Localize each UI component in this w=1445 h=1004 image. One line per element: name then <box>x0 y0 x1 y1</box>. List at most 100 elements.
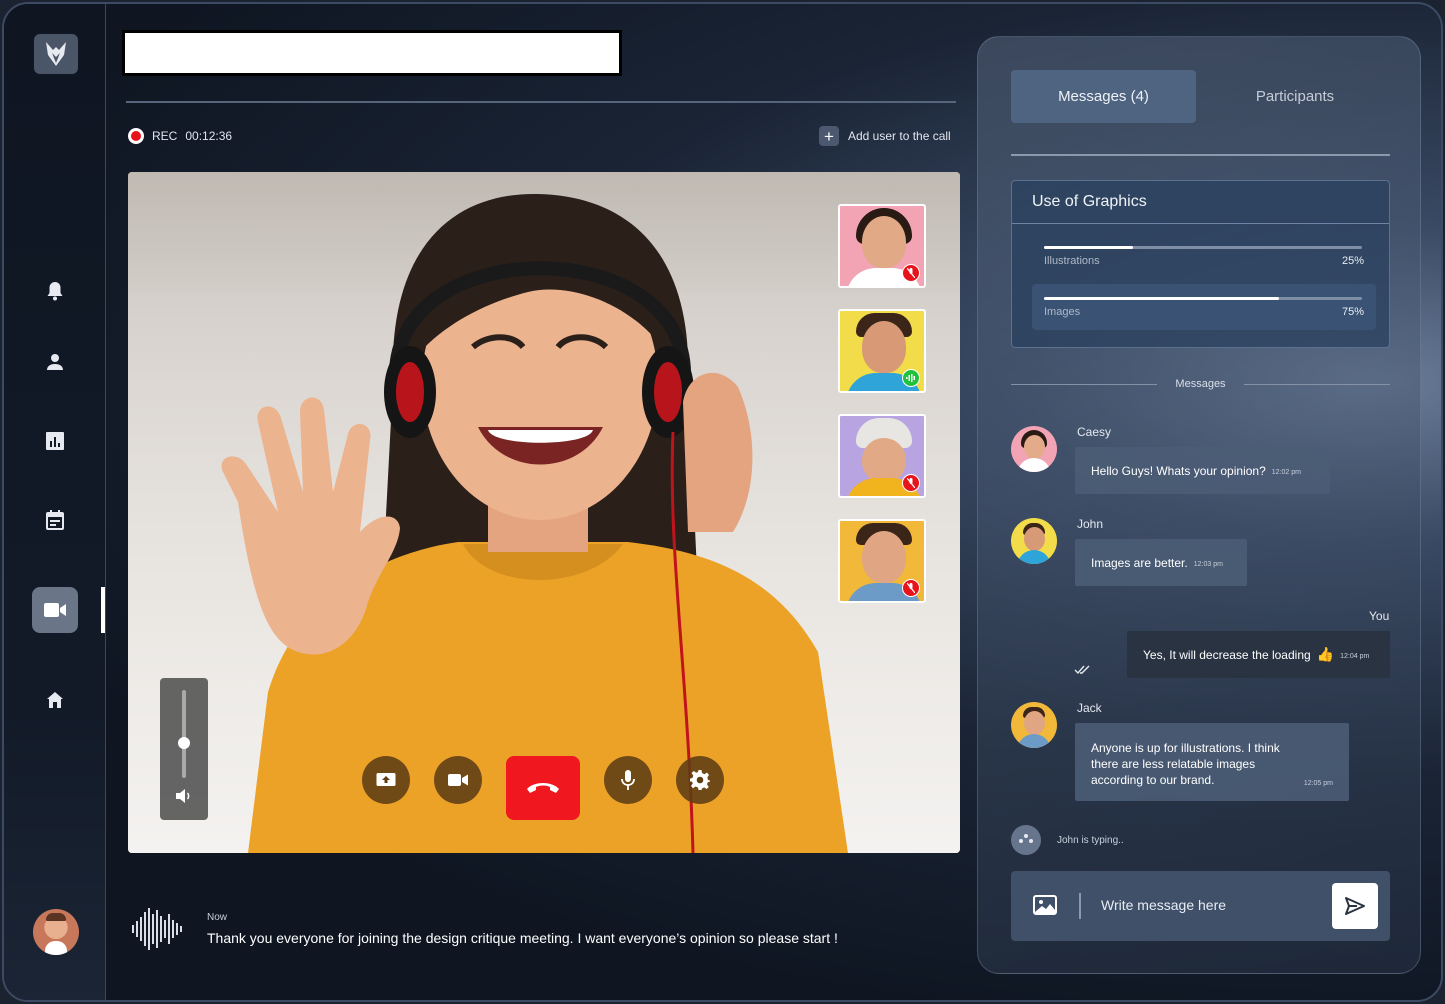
volume-slider[interactable] <box>160 678 208 820</box>
typing-text: John is typing.. <box>1057 834 1124 846</box>
message-bubble: Hello Guys! Whats your opinion? 12:02 pm <box>1075 447 1330 494</box>
share-screen-button[interactable] <box>362 756 410 804</box>
rec-time: 00:12:36 <box>185 129 233 143</box>
tab-participants[interactable]: Participants <box>1210 70 1380 123</box>
microphone-button[interactable] <box>604 756 652 804</box>
poll-bar-fill <box>1044 297 1280 300</box>
tab-divider <box>1011 154 1390 156</box>
speaking-icon <box>902 369 920 387</box>
read-receipt-icon <box>1074 665 1090 675</box>
fox-logo-icon <box>46 42 66 66</box>
message-text: Anyone is up for illustrations. I think … <box>1091 741 1280 787</box>
caption-text: Thank you everyone for joining the desig… <box>207 930 838 946</box>
participant-thumb-4[interactable] <box>838 519 926 603</box>
message-bubble: Images are better. 12:03 pm <box>1075 539 1247 586</box>
mic-muted-icon <box>902 474 920 492</box>
sender-name: Caesy <box>1077 425 1112 439</box>
live-caption: Now Thank you everyone for joining the d… <box>132 904 892 954</box>
user-icon <box>47 354 63 370</box>
poll-option-illustrations[interactable]: Illustrations 25% <box>1032 233 1376 279</box>
mic-muted-icon <box>902 264 920 282</box>
poll-card: Use of Graphics Illustrations 25% Images… <box>1011 180 1390 348</box>
camera-icon <box>448 774 468 786</box>
add-user-label: Add user to the call <box>848 129 951 143</box>
avatar-john[interactable] <box>1011 518 1057 564</box>
thumbs-up-icon: 👍 <box>1316 646 1335 662</box>
avatar-body <box>1017 458 1051 472</box>
meeting-title-box <box>122 30 622 76</box>
app-logo[interactable] <box>34 34 78 74</box>
end-call-button[interactable] <box>506 756 580 820</box>
message-input[interactable]: Write message here <box>1101 897 1226 913</box>
typing-dots-icon <box>1011 825 1041 855</box>
share-screen-icon <box>376 773 396 786</box>
add-user-button[interactable]: + Add user to the call <box>819 126 951 146</box>
messages-divider: Messages <box>1011 377 1390 391</box>
poll-bar-fill <box>1044 246 1134 249</box>
poll-bar-track <box>1044 246 1362 249</box>
sidebar-item-profile[interactable] <box>32 339 78 385</box>
participant-thumb-1[interactable] <box>838 204 926 288</box>
home-icon <box>47 692 63 708</box>
sidebar-item-home[interactable] <box>32 677 78 723</box>
plus-icon: + <box>819 126 839 146</box>
rec-label: REC <box>152 129 178 143</box>
message-time: 12:04 pm <box>1340 652 1370 660</box>
avatar-body <box>1017 550 1051 564</box>
calendar-icon <box>46 510 64 530</box>
gear-icon <box>690 770 710 790</box>
message-time: 12:02 pm <box>1271 468 1301 476</box>
sidebar-item-calendar[interactable] <box>32 497 78 543</box>
sender-name: John <box>1077 517 1104 531</box>
participant-thumb-2[interactable] <box>838 309 926 393</box>
bell-icon <box>47 282 63 301</box>
message-time: 12:05 pm <box>1303 780 1333 787</box>
poll-option-label: Illustrations <box>1044 255 1100 267</box>
poll-title: Use of Graphics <box>1032 193 1147 210</box>
mic-muted-icon <box>902 579 920 597</box>
poll-option-percent: 25% <box>1341 255 1364 267</box>
sidebar-item-analytics[interactable] <box>32 418 78 464</box>
sender-name: Jack <box>1077 701 1102 715</box>
settings-button[interactable] <box>676 756 724 804</box>
thumb-face <box>862 216 906 268</box>
avatar-jack[interactable] <box>1011 702 1057 748</box>
poll-option-percent: 75% <box>1341 306 1364 318</box>
recording-indicator: REC 00:12:36 <box>128 128 232 144</box>
sidebar-item-video-call[interactable] <box>32 587 78 633</box>
avatar-face <box>1024 527 1045 551</box>
sender-name: You <box>1369 609 1390 623</box>
volume-track[interactable] <box>182 690 186 778</box>
message-bubble: Anyone is up for illustrations. I think … <box>1075 723 1349 801</box>
camera-button[interactable] <box>434 756 482 804</box>
send-button[interactable] <box>1332 883 1378 929</box>
user-avatar[interactable] <box>33 909 79 955</box>
app-window: REC 00:12:36 + Add user to the call Now … <box>2 2 1443 1002</box>
composer-separator <box>1079 893 1081 919</box>
participant-thumb-3[interactable] <box>838 414 926 498</box>
active-nav-indicator <box>101 587 105 633</box>
poll-bar-track <box>1044 297 1362 300</box>
main-video <box>128 172 960 853</box>
image-attach-icon[interactable] <box>1033 895 1057 915</box>
chat-panel: Messages (4) Participants Use of Graphic… <box>977 36 1421 974</box>
message-text: Yes, It will decrease the loading <box>1143 647 1311 662</box>
sidebar-item-notifications[interactable] <box>32 268 78 314</box>
message-text: Images are better. <box>1091 555 1188 570</box>
tab-messages[interactable]: Messages (4) <box>1011 70 1196 123</box>
message-bubble-own: Yes, It will decrease the loading 👍 12:0… <box>1127 631 1390 678</box>
poll-divider <box>1012 223 1389 224</box>
avatar-caesy[interactable] <box>1011 426 1057 472</box>
audio-wave-icon <box>132 908 182 950</box>
avatar-body <box>1017 734 1051 748</box>
microphone-icon <box>621 770 635 790</box>
divider-line-right <box>1244 384 1390 385</box>
volume-knob[interactable] <box>178 737 190 749</box>
message-text: Hello Guys! Whats your opinion? <box>1091 463 1266 478</box>
message-time: 12:03 pm <box>1193 560 1223 568</box>
poll-option-images[interactable]: Images 75% <box>1032 284 1376 330</box>
typing-indicator: John is typing.. <box>1011 825 1124 855</box>
thumb-face <box>862 531 906 583</box>
sidebar <box>4 4 106 1000</box>
poll-option-label: Images <box>1044 306 1081 318</box>
